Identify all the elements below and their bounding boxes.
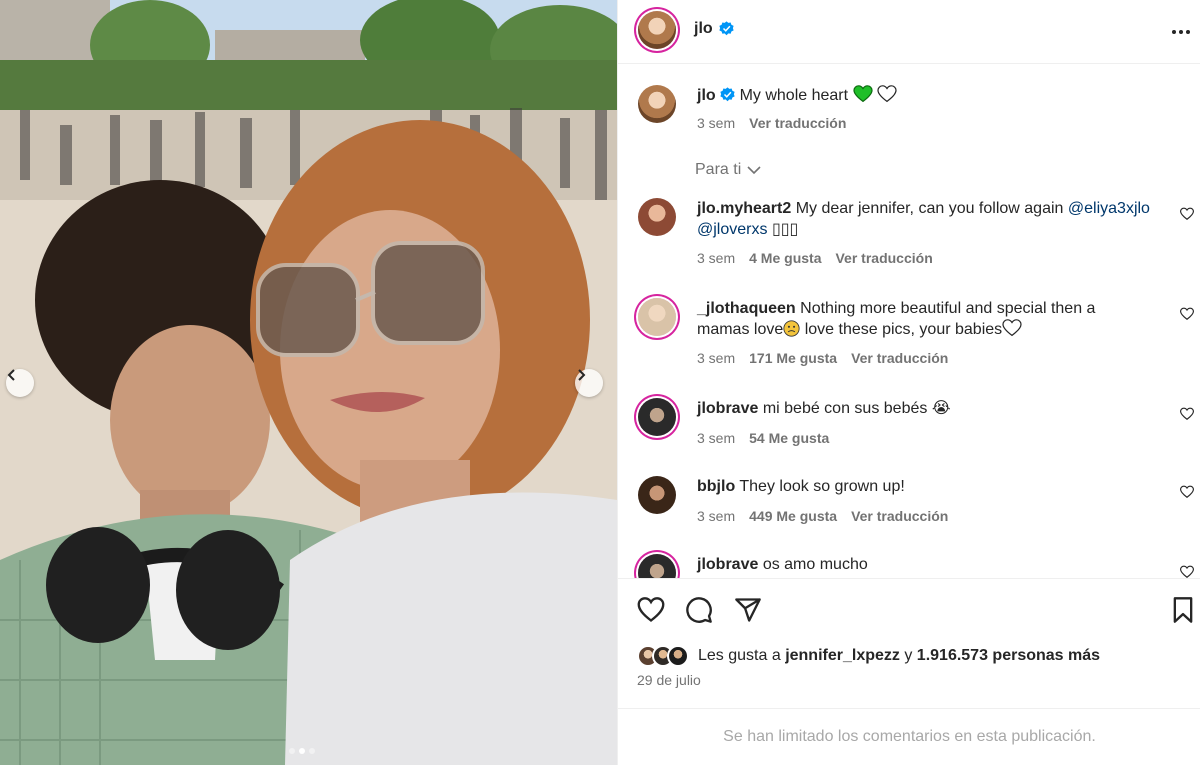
likes-count[interactable]: 1.916.573 personas más [917,647,1100,665]
commenter-avatar[interactable] [638,554,676,578]
comment-timestamp: 3 sem [697,430,736,446]
comment-likes[interactable]: 4 Me gusta [749,250,821,266]
green-heart-icon [852,85,873,103]
comment-emoji: ▯▯▯ [771,221,799,238]
verified-badge-icon [719,21,734,36]
commenter-username[interactable]: bbjlo [697,478,735,495]
liker-username[interactable]: jennifer_lxpezz [785,647,900,665]
comment-item: _jlothaqueen Nothing more beautiful and … [618,298,1200,378]
comments-section[interactable]: jlo My whole heart 3 sem Ver traducción [618,65,1200,578]
comment-text: mi bebé con sus bebés [762,400,928,417]
send-icon[interactable] [734,596,762,624]
like-comment-icon[interactable] [1180,407,1194,421]
comment-text: mamas love [697,321,784,338]
comment-filter-dropdown[interactable]: Para ti [695,161,761,179]
carousel-indicator [289,748,315,754]
comment-text: Nothing more beautiful and special then … [800,300,1096,317]
next-slide-button[interactable] [575,369,603,397]
comment-item: jlobrave mi bebé con sus bebés 😭 3 sem 5… [618,398,1200,458]
comment-item: jlo.myheart2 My dear jennifer, can you f… [618,198,1200,278]
comment-mention[interactable]: @jloverxs [697,221,767,238]
translate-link[interactable]: Ver traducción [749,115,846,131]
post-actions: Les gusta a jennifer_lxpezz y 1.916.573 … [618,578,1200,708]
more-options-icon[interactable] [1170,22,1192,42]
commenter-avatar[interactable] [638,298,676,336]
caption-text: My whole heart [739,87,849,104]
caption-timestamp: 3 sem [697,115,736,131]
commenter-avatar[interactable] [638,198,676,236]
sad-face-icon [783,320,800,337]
commenter-avatar[interactable] [638,476,676,514]
comment-likes[interactable]: 449 Me gusta [749,508,837,524]
comment-icon[interactable] [685,596,713,624]
avatar [667,645,689,667]
comment-text: os amo mucho [762,556,868,573]
post-panel: jlo jlo My whole heart 3 sem Ver traducc… [617,0,1200,765]
likes-connector: y [904,647,913,664]
translate-link[interactable]: Ver traducción [851,508,948,524]
post-caption: jlo My whole heart 3 sem Ver traducción [618,85,1200,145]
commenter-username[interactable]: jlobrave [697,556,758,573]
translate-link[interactable]: Ver traducción [835,250,932,266]
comment-text: love these pics, your babies [800,321,1003,338]
comment-likes[interactable]: 171 Me gusta [749,350,837,366]
white-heart-icon [1002,319,1022,337]
white-heart-icon [877,85,897,103]
bookmark-icon[interactable] [1169,596,1197,624]
post-photo [0,0,617,765]
caption-username[interactable]: jlo [697,87,716,104]
chevron-down-icon [747,166,761,175]
author-username[interactable]: jlo [694,20,713,38]
comment-timestamp: 3 sem [697,250,736,266]
commenter-username[interactable]: jlo.myheart2 [697,200,791,217]
heart-icon[interactable] [637,596,665,624]
like-comment-icon[interactable] [1180,307,1194,321]
previous-slide-button[interactable] [6,369,34,397]
comment-text: My dear jennifer, can you follow again [795,200,1064,217]
commenter-username[interactable]: jlobrave [697,400,758,417]
comment-item: jlobrave os amo mucho [618,554,1200,578]
commenter-username[interactable]: _jlothaqueen [697,300,796,317]
carousel-dot [309,748,315,754]
verified-badge-icon [720,87,735,102]
like-comment-icon[interactable] [1180,207,1194,221]
chevron-left-icon [7,369,15,381]
comment-mention[interactable]: @eliya3xjlo [1068,200,1150,217]
comment-item: bbjlo They look so grown up! 3 sem 449 M… [618,476,1200,536]
post-header: jlo [618,0,1200,64]
post-date: 29 de julio [637,672,701,688]
comment-filter-label: Para ti [695,161,742,178]
comment-text: They look so grown up! [739,478,905,495]
likes-summary[interactable]: Les gusta a jennifer_lxpezz y 1.916.573 … [637,645,1100,667]
translate-link[interactable]: Ver traducción [851,350,948,366]
comment-timestamp: 3 sem [697,508,736,524]
commenter-avatar[interactable] [638,398,676,436]
caption-avatar[interactable] [638,85,676,123]
chevron-right-icon [578,369,586,381]
comment-emoji: 😭 [931,400,951,417]
likes-prefix: Les gusta a [698,647,781,664]
liker-avatars [637,645,689,667]
comments-limited-notice: Se han limitado los comentarios en esta … [618,708,1200,765]
carousel-dot [289,748,295,754]
like-comment-icon[interactable] [1180,485,1194,499]
author-avatar[interactable] [638,11,676,49]
comment-timestamp: 3 sem [697,350,736,366]
carousel-dot-active [299,748,305,754]
comment-likes[interactable]: 54 Me gusta [749,430,829,446]
like-comment-icon[interactable] [1180,565,1194,578]
photo-illustration [0,0,617,765]
